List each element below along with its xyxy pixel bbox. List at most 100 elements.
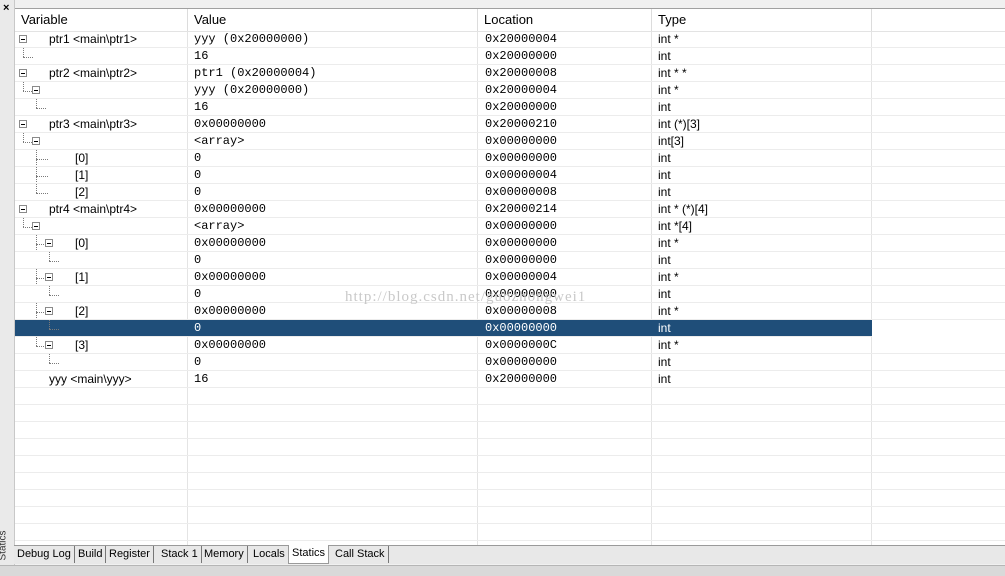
tree-connector (23, 82, 24, 91)
table-row[interactable]: 0 0x00000000 int (15, 354, 1005, 371)
tab-statics[interactable]: Statics (288, 545, 330, 564)
table-row[interactable]: [3] 0x00000000 0x0000000C int * (15, 337, 1005, 354)
table-row[interactable]: yyy (0x20000000) 0x20000004 int * (15, 82, 1005, 99)
cell-location: 0x00000000 (485, 134, 558, 148)
tree-connector (49, 329, 59, 330)
cell-value: 0 (194, 321, 202, 335)
tree-connector (23, 227, 32, 228)
collapse-icon[interactable] (32, 222, 40, 230)
close-icon[interactable]: × (3, 2, 9, 14)
tree-connector (36, 235, 37, 251)
table-row[interactable]: ptr4 <main\ptr4> 0x00000000 0x20000214 int … (15, 201, 1005, 218)
collapse-icon[interactable] (19, 120, 27, 128)
cell-value: 0x00000000 (194, 338, 267, 352)
cell-value: 0x00000000 (194, 202, 267, 216)
collapse-icon[interactable] (32, 137, 40, 145)
cell-type: int (658, 49, 671, 63)
panel-vertical-title: Statics (0, 528, 14, 566)
cell-type: int * (658, 270, 679, 284)
table-row[interactable]: ptr3 <main\ptr3> 0x00000000 0x20000210 int … (15, 116, 1005, 133)
column-header-type[interactable]: Type (652, 9, 872, 31)
table-row[interactable]: 0 0x00000000 int (15, 252, 1005, 269)
cell-location: 0x20000004 (485, 32, 558, 46)
cell-value: 0x00000000 (194, 117, 267, 131)
tab-call-stack[interactable]: Call Stack (332, 546, 389, 563)
tab-debug-log[interactable]: Debug Log (14, 546, 75, 563)
variable-name: ptr2 <main\ptr2> (49, 66, 138, 80)
collapse-icon[interactable] (19, 35, 27, 43)
table-row[interactable]: ptr2 <main\ptr2> ptr1 (0x20000004) 0x20000… (15, 65, 1005, 82)
cell-location: 0x00000000 (485, 355, 558, 369)
tree-connector (36, 150, 37, 166)
tree-connector (36, 159, 48, 160)
cell-type: int (658, 185, 671, 199)
collapse-icon[interactable] (19, 69, 27, 77)
cell-value: <array> (194, 134, 245, 148)
tree-connector (36, 176, 48, 177)
collapse-icon[interactable] (45, 239, 53, 247)
table-row[interactable]: yyy <main\yyy> 16 0x20000000 int (15, 371, 1005, 388)
cell-type: int (658, 372, 671, 386)
tree-connector (49, 363, 59, 364)
cell-value: 0 (194, 253, 202, 267)
cell-type: int (658, 168, 671, 182)
variable-name: [3] (75, 338, 89, 352)
table-row[interactable]: ptr1 <main\ptr1> yyy (0x20000000) 0x200000… (15, 31, 1005, 48)
cell-location: 0x00000004 (485, 168, 558, 182)
cell-type: int * (658, 304, 679, 318)
tab-memory[interactable]: Memory (201, 546, 248, 563)
cell-variable: [2] (15, 303, 187, 319)
table-row[interactable]: [0] 0 0x00000000 int (15, 150, 1005, 167)
tab-locals[interactable]: Locals (250, 546, 289, 563)
cell-variable (15, 82, 187, 98)
cell-type: int (658, 253, 671, 267)
column-header-variable[interactable]: Variable (15, 9, 188, 31)
collapse-icon[interactable] (45, 307, 53, 315)
table-row[interactable]: [0] 0x00000000 0x00000000 int * (15, 235, 1005, 252)
column-header-value[interactable]: Value (188, 9, 478, 31)
collapse-icon[interactable] (19, 205, 27, 213)
collapse-icon[interactable] (32, 86, 40, 94)
cell-value: 0x00000000 (194, 270, 267, 284)
collapse-icon[interactable] (45, 273, 53, 281)
tab-build[interactable]: Build (75, 546, 107, 563)
variable-name: [0] (75, 151, 89, 165)
cell-value: 16 (194, 49, 209, 63)
cell-variable (15, 320, 187, 336)
tab-stack-1[interactable]: Stack 1 (158, 546, 202, 563)
left-side-strip: × Statics (0, 0, 15, 565)
cell-variable (15, 48, 187, 64)
table-row[interactable]: <array> 0x00000000 int[3] (15, 133, 1005, 150)
table-row[interactable]: 0 0x00000000 int (15, 320, 872, 337)
cell-value: 0x00000000 (194, 236, 267, 250)
tree-connector (49, 261, 59, 262)
table-row[interactable]: [1] 0x00000000 0x00000004 int * (15, 269, 1005, 286)
cell-variable: [2] (15, 184, 187, 200)
table-row[interactable]: 16 0x20000000 int (15, 48, 1005, 65)
cell-variable: [0] (15, 150, 187, 166)
cell-variable: [3] (15, 337, 187, 353)
collapse-icon[interactable] (45, 341, 53, 349)
table-row[interactable]: [2] 0 0x00000008 int (15, 184, 1005, 201)
cell-variable (15, 286, 187, 302)
table-row[interactable]: 16 0x20000000 int (15, 99, 1005, 116)
table-row[interactable]: [1] 0 0x00000004 int (15, 167, 1005, 184)
cell-type: int (658, 355, 671, 369)
tree-connector (36, 108, 46, 109)
empty-row (15, 405, 1005, 422)
cell-value: 0 (194, 185, 202, 199)
cell-location: 0x00000000 (485, 151, 558, 165)
tree-connector (36, 278, 44, 279)
cell-type: int * (*)[4] (658, 202, 709, 216)
status-strip (0, 565, 1005, 576)
table-row[interactable]: <array> 0x00000000 int *[4] (15, 218, 1005, 235)
cell-type: int * (658, 338, 679, 352)
tree-connector (36, 167, 37, 183)
tab-register[interactable]: Register (106, 546, 154, 563)
empty-row (15, 456, 1005, 473)
cell-location: 0x20000214 (485, 202, 558, 216)
cell-type: int[3] (658, 134, 685, 148)
variable-name: yyy <main\yyy> (49, 372, 132, 386)
cell-variable: yyy <main\yyy> (15, 371, 187, 387)
column-header-location[interactable]: Location (478, 9, 652, 31)
